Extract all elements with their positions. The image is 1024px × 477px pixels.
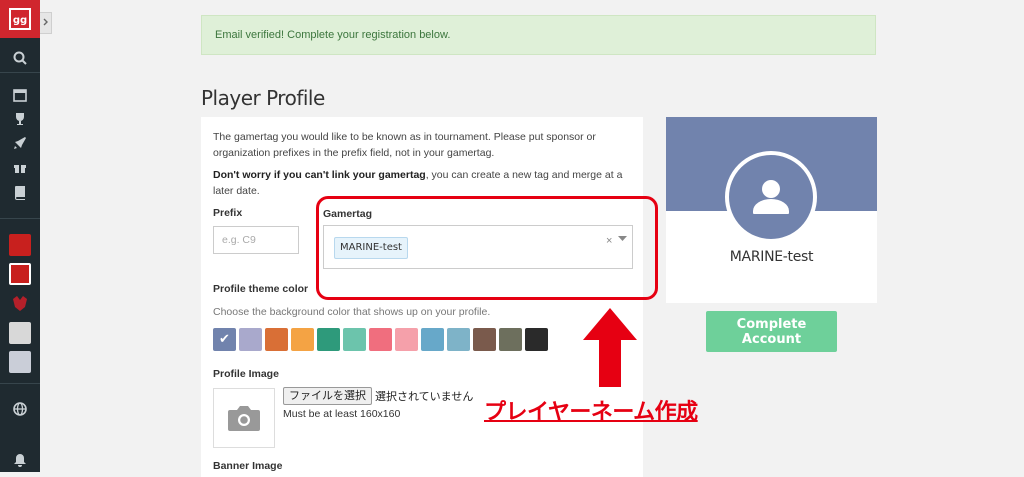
rocket-icon[interactable] [12,135,28,151]
choose-file-button[interactable]: ファイルを選択 [283,387,372,405]
profile-preview-name: MARINE-test [729,249,814,265]
gamertag-note-bold: Don't worry if you can't link your gamer… [213,169,426,181]
gamertag-note: Don't worry if you can't link your gamer… [213,167,623,199]
sidebar-divider [0,218,40,219]
profile-avatar [725,151,817,243]
community-avatar[interactable] [9,234,31,256]
color-swatch[interactable] [369,328,392,351]
book-icon[interactable] [12,184,28,200]
profile-preview-card: MARINE-test [666,117,877,303]
gift-icon[interactable] [12,159,28,175]
color-swatch[interactable] [291,328,314,351]
file-status: 選択されていません [375,390,474,403]
sidebar-expand-button[interactable] [40,12,52,34]
annotation-arrow-icon [583,308,637,387]
globe-icon[interactable] [12,401,28,417]
community-avatar[interactable] [9,263,31,285]
prefix-label: Prefix [213,207,243,219]
chevron-right-icon [43,18,48,26]
color-swatch[interactable] [265,328,288,351]
camera-icon [228,406,260,431]
trophy-icon[interactable] [12,111,28,127]
logo[interactable]: gg [0,0,40,38]
bell-icon[interactable] [12,452,28,468]
color-swatch[interactable] [499,328,522,351]
image-size-hint: Must be at least 160x160 [283,408,401,420]
success-alert: Email verified! Complete your registrati… [201,15,876,55]
check-icon: ✔ [219,332,230,347]
color-swatch[interactable] [395,328,418,351]
annotation-text: プレイヤーネーム作成 [484,400,698,425]
profile-image-label: Profile Image [213,368,279,380]
color-swatch[interactable] [447,328,470,351]
user-icon [753,180,789,214]
theme-color-label: Profile theme color [213,283,309,295]
color-swatch[interactable] [473,328,496,351]
theme-color-hint: Choose the background color that shows u… [213,306,491,318]
search-icon[interactable] [12,50,28,66]
profile-image-preview[interactable] [213,388,275,448]
highlight-box [316,196,658,300]
banner-image-label: Banner Image [213,460,283,472]
gamertag-intro: The gamertag you would like to be known … [213,131,596,159]
logo-text: gg [9,8,31,30]
color-swatch[interactable]: ✔ [213,328,236,351]
complete-account-button[interactable]: Complete Account [706,311,837,352]
color-swatch[interactable] [525,328,548,351]
sidebar-divider [0,383,40,384]
sidebar-divider [0,72,40,73]
page-title: Player Profile [201,86,325,110]
color-swatch[interactable] [421,328,444,351]
color-swatch[interactable] [343,328,366,351]
community-avatar[interactable] [9,322,31,344]
prefix-input[interactable] [213,226,299,254]
community-avatar[interactable] [9,351,31,373]
theme-color-swatches: ✔ [213,328,548,351]
color-swatch[interactable] [317,328,340,351]
community-avatar[interactable] [9,293,31,315]
sidebar: gg [0,0,40,472]
color-swatch[interactable] [239,328,262,351]
calendar-icon[interactable] [12,87,28,103]
